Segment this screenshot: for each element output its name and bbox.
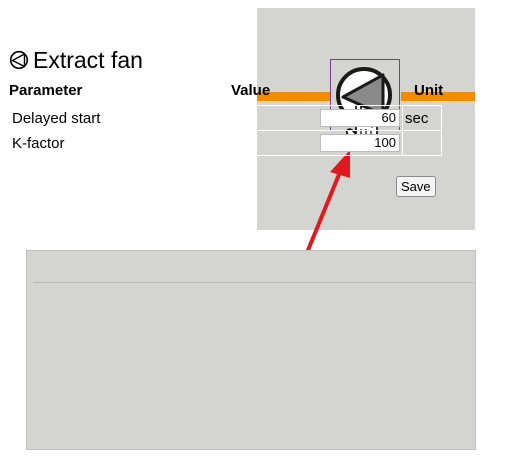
table-row: K-factor 100	[9, 130, 442, 156]
delayed-start-input[interactable]: 60	[320, 109, 400, 127]
param-unit: sec	[402, 105, 442, 131]
panel-title: Extract fan	[9, 45, 143, 75]
fan-parameter-panel	[26, 250, 476, 450]
parameter-table: Delayed start 60 sec K-factor 100	[9, 105, 442, 156]
table-row: Delayed start 60 sec	[9, 105, 442, 131]
param-name: K-factor	[9, 130, 215, 156]
panel-title-text: Extract fan	[33, 46, 143, 73]
param-unit	[402, 130, 442, 156]
param-name: Delayed start	[9, 105, 215, 131]
save-button[interactable]: Save	[396, 176, 436, 197]
param-value-cell: 60	[214, 105, 403, 131]
k-factor-input[interactable]: 100	[320, 134, 400, 152]
param-value-cell: 100	[214, 130, 403, 156]
column-header-value: Value	[231, 82, 271, 99]
column-header-unit: Unit	[414, 82, 444, 99]
panel-content	[34, 282, 474, 447]
fan-icon	[9, 50, 29, 70]
column-header-parameter: Parameter	[9, 82, 83, 99]
